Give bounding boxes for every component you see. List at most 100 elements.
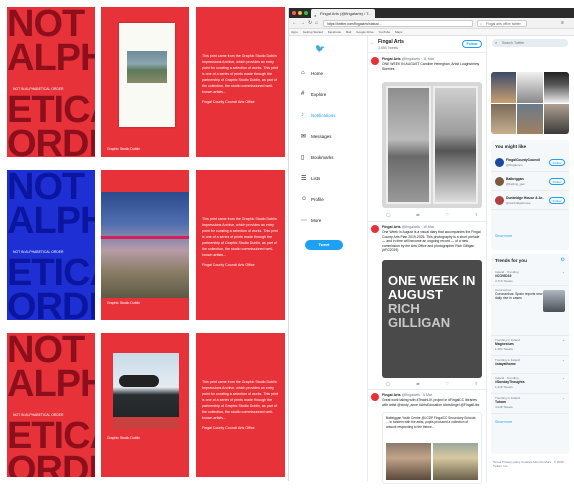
media-thumb[interactable] [491, 103, 517, 134]
media-thumb[interactable] [517, 103, 543, 134]
suggestion-name: Dunbridge House & Ar... [506, 196, 544, 200]
trend-name: #COVID19 [495, 274, 512, 278]
menu-icon[interactable]: ≡ [561, 20, 564, 26]
minimize-window-button[interactable] [298, 11, 302, 15]
back-icon[interactable]: ← [292, 20, 297, 26]
maximize-window-button[interactable] [304, 11, 308, 15]
media-title-line: GILLIGAN [388, 315, 451, 330]
media-grid[interactable] [491, 72, 569, 134]
reload-icon[interactable]: ↻ [308, 20, 312, 26]
bookmark-item[interactable]: Facebook [328, 30, 341, 34]
tweet[interactable]: Fingal Arts @fingalarts · 11 Mar ONE WEE… [368, 54, 486, 222]
trend-item[interactable]: Trending in Ireland #stayathome ⌄ [491, 356, 569, 374]
browser-search-field[interactable]: ⌕ Fingal arts office twitter [477, 20, 527, 27]
like-icon[interactable]: ♡ [445, 212, 449, 217]
suggestion[interactable]: FingalCountyCouncil @fingalcoco Follow [491, 154, 569, 172]
chevron-down-icon[interactable]: ⌄ [562, 338, 565, 342]
print-description-credit: Fingal County Council Arts Office [202, 100, 255, 104]
bookmark-item[interactable]: Google Drive [356, 30, 374, 34]
chevron-down-icon[interactable]: ⌄ [562, 376, 565, 380]
follow-button[interactable]: Follow [549, 178, 565, 185]
reply-icon[interactable]: ◯ [386, 212, 390, 217]
follow-button[interactable]: Follow [549, 159, 565, 166]
print-description-credit: Fingal County Council Arts Office [202, 263, 255, 267]
suggestion[interactable]: Balbriggan @balbrig_gan Follow [491, 173, 569, 191]
bookmark-item[interactable]: Maps [395, 30, 402, 34]
trend-item[interactable]: Trending in Ireland Tuham 4,048 Tweets ⌄ [491, 394, 569, 414]
twitter-sidebar: 🐦 ⌂ Home # Explore ♪ Notifications ✉ Message… [289, 36, 351, 481]
retweet-icon[interactable]: ⇄ [416, 212, 419, 217]
browser-tab[interactable]: ● Fingal Arts (@fingalarts) / T... [311, 9, 375, 18]
back-arrow-icon[interactable]: ← [370, 40, 375, 46]
retweet-icon[interactable]: ⇄ [416, 381, 419, 386]
avatar[interactable] [371, 225, 379, 233]
media-thumb[interactable] [543, 72, 569, 103]
avatar[interactable] [371, 57, 379, 65]
trend-item[interactable]: Ireland · Trending #SundayThoughts 1,218… [491, 374, 569, 394]
suggestion[interactable]: Dunbridge House & Ar... @dunbridgehouse … [491, 192, 569, 210]
tweet[interactable]: Fingal Arts @fingalarts · 10 Mar One Wee… [368, 222, 486, 390]
bookmark-item[interactable]: Mail [346, 30, 352, 34]
nav-bookmarks[interactable]: ▯ Bookmarks [301, 155, 334, 161]
home-icon[interactable]: ⌂ [315, 20, 318, 26]
close-window-button[interactable] [292, 11, 296, 15]
bookmark-item[interactable]: Apps [291, 30, 298, 34]
bookmark-item[interactable]: Getting Started [303, 30, 323, 34]
nav-more[interactable]: ⋯ More [301, 218, 321, 224]
avatar[interactable] [495, 158, 504, 167]
chevron-down-icon[interactable]: ⌄ [562, 396, 565, 400]
media-thumb[interactable] [543, 103, 569, 134]
twitter-logo-icon[interactable]: 🐦 [315, 44, 325, 53]
forward-icon[interactable]: → [300, 20, 305, 26]
profile-header: ← Fingal Arts 3,658 Tweets Follow [368, 36, 486, 53]
nav-explore[interactable]: # Explore [301, 91, 326, 97]
tweet[interactable]: Fingal Arts @fingalarts · 6 Mar Great wo… [368, 390, 486, 490]
address-bar[interactable]: https://twitter.com/fingalarts/status/..… [323, 20, 473, 27]
follow-button[interactable]: Follow [462, 40, 482, 48]
trend-item[interactable]: Coronavirus Coronavirus: Spain reports n… [491, 286, 569, 336]
quoted-tweet[interactable]: Balbriggan Youth Centre @LCDP FingalCC S… [382, 412, 482, 484]
share-icon[interactable]: ⇪ [475, 381, 478, 386]
collage-tile-text: This print came from the Graphic Studio … [196, 7, 285, 157]
tweet-meta: Fingal Arts @fingalarts · 6 Mar [382, 393, 432, 397]
trends-title: Trends for you [495, 258, 527, 263]
avatar[interactable] [495, 196, 504, 205]
browser-window: ● Fingal Arts (@fingalarts) / T... ← → ↻… [288, 8, 574, 484]
media-thumb[interactable] [517, 72, 543, 103]
nav-profile[interactable]: ☺ Profile [301, 196, 324, 202]
trend-count: 3,716 Tweets [495, 279, 513, 283]
show-more-link[interactable]: Show more [495, 420, 512, 424]
trend-item[interactable]: Trending in Ireland Magnesium 1,484 Twee… [491, 336, 569, 356]
chevron-down-icon[interactable]: ⌄ [562, 270, 565, 274]
avatar[interactable] [495, 177, 504, 186]
avatar[interactable] [371, 393, 379, 401]
quoted-text: Balbriggan Youth Centre @LCDP FingalCC S… [386, 416, 476, 429]
reply-icon[interactable]: ◯ [386, 381, 390, 386]
show-more-link[interactable]: Show more [495, 234, 512, 238]
media-thumb[interactable] [491, 72, 517, 103]
nav-messages[interactable]: ✉ Messages [301, 134, 332, 140]
twitter-search-input[interactable]: ⌕ Search Twitter [492, 39, 568, 47]
bookmark-item[interactable]: YouTube [378, 30, 390, 34]
nav-home[interactable]: ⌂ Home [301, 70, 323, 76]
settings-gear-icon[interactable]: ⚙ [561, 257, 565, 263]
tweet-button[interactable]: Tweet [305, 240, 343, 250]
nav-lists[interactable]: ☰ Lists [301, 176, 320, 182]
share-icon[interactable]: ⇪ [475, 212, 478, 217]
footer-label: Graphic Studio Dublin [107, 147, 140, 151]
trend-item[interactable]: Ireland · Trending #COVID19 3,716 Tweets… [491, 268, 569, 286]
person-icon: ☺ [301, 196, 308, 202]
follow-button[interactable]: Follow [549, 197, 565, 204]
tweet-media[interactable] [382, 82, 482, 208]
trend-name: Coronavirus: Spain reports new daily ris… [495, 292, 543, 301]
big-text-line: ALPHA [7, 37, 95, 79]
chevron-down-icon[interactable]: ⌄ [562, 358, 565, 362]
collage-tile-typography-red: NOT I ALPHA NOT IN ALPHABETICAL ORDER ET… [7, 333, 95, 477]
like-icon[interactable]: ♡ [445, 381, 449, 386]
nav-notifications[interactable]: ♪ Notifications [301, 112, 336, 118]
suggestion-handle: @balbrig_gan [506, 182, 525, 186]
trend-thumbnail [543, 290, 565, 312]
tweet-media[interactable]: ONE WEEK IN AUGUST RICH GILLIGAN [382, 260, 482, 378]
you-might-like-title: You might like [495, 144, 527, 149]
suggestion-name: FingalCountyCouncil [506, 158, 541, 162]
